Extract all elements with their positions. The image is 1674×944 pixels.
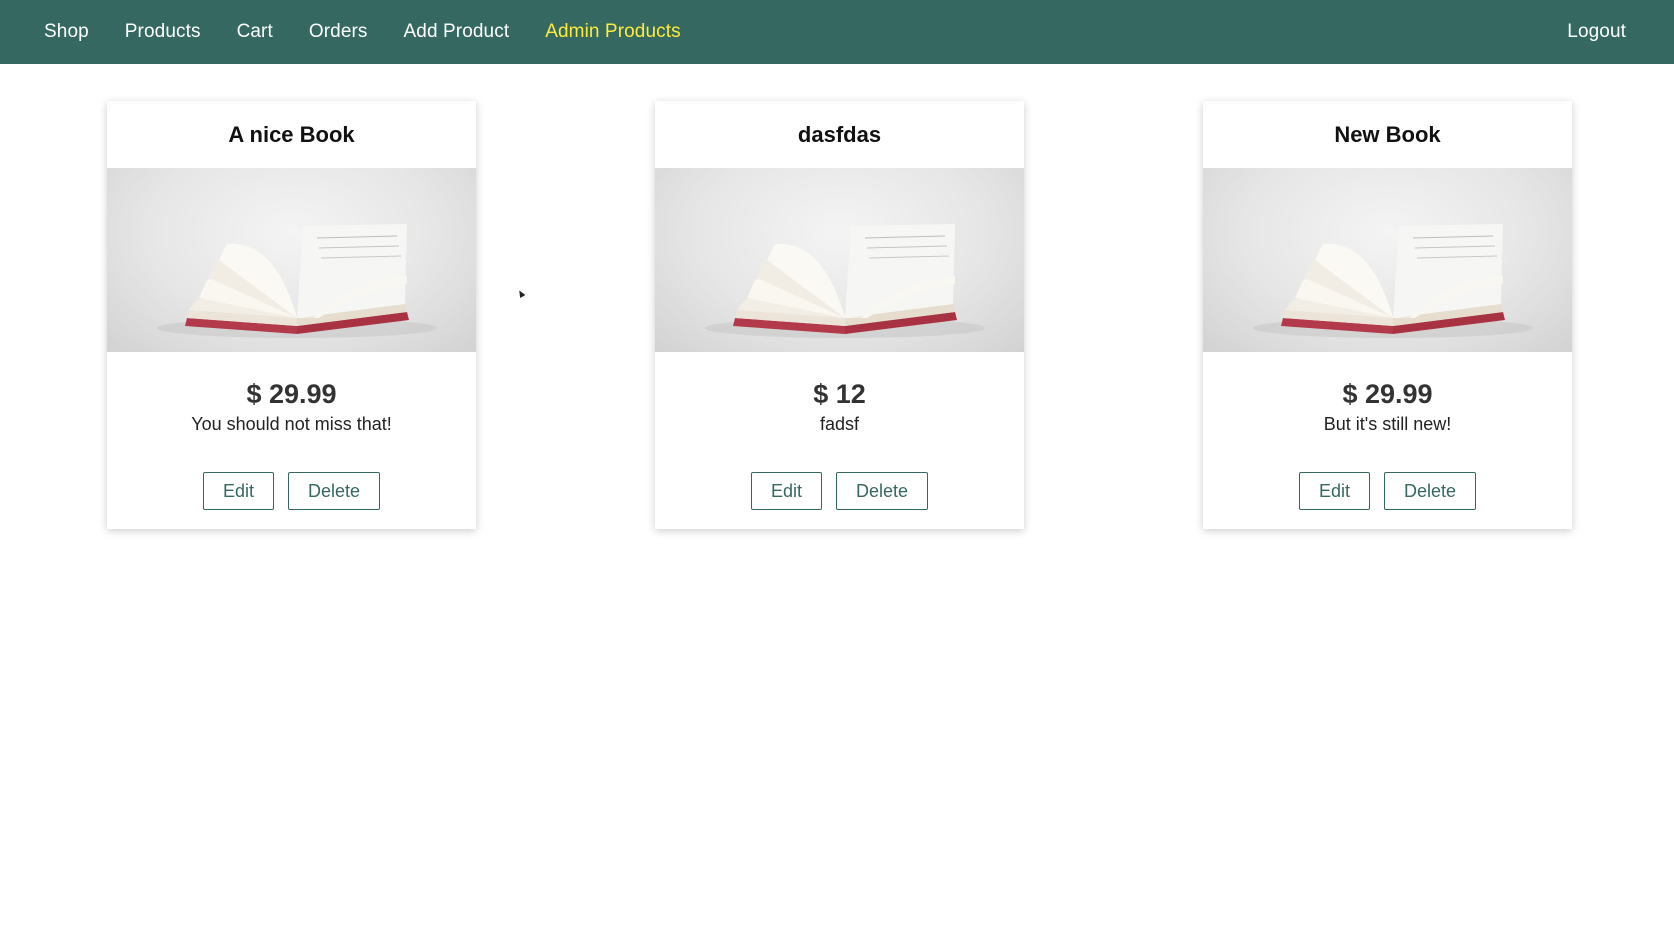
- product-title: A nice Book: [228, 121, 355, 147]
- product-title: New Book: [1334, 121, 1441, 147]
- nav-link-admin-products[interactable]: Admin Products: [545, 21, 681, 42]
- nav-list: Shop Products Cart Orders Add Product Ad…: [44, 0, 717, 64]
- delete-button[interactable]: Delete: [836, 472, 929, 510]
- nav-link-add-product[interactable]: Add Product: [404, 21, 510, 42]
- edit-button[interactable]: Edit: [750, 472, 822, 510]
- nav-item-orders: Orders: [309, 21, 368, 43]
- delete-button[interactable]: Delete: [288, 472, 381, 510]
- product-card: dasfdas $ 12 fadsf Edit Delete: [655, 101, 1024, 529]
- product-grid: A nice Book $ 29.99 You should not miss …: [107, 101, 1572, 529]
- main-header: Shop Products Cart Orders Add Product Ad…: [0, 0, 1674, 64]
- product-title: dasfdas: [797, 121, 882, 147]
- product-card-header: A nice Book: [107, 101, 476, 168]
- product-price: $ 29.99: [1342, 379, 1433, 409]
- edit-button[interactable]: Edit: [202, 472, 274, 510]
- product-card: A nice Book $ 29.99 You should not miss …: [107, 101, 476, 529]
- product-card-content: $ 29.99 You should not miss that!: [107, 352, 476, 436]
- open-book-image: [1203, 168, 1572, 352]
- open-book-image: [107, 168, 476, 352]
- nav-item-add-product: Add Product: [404, 21, 510, 43]
- nav-link-products[interactable]: Products: [125, 21, 201, 42]
- product-description: You should not miss that!: [191, 414, 392, 434]
- product-price: $ 29.99: [246, 379, 337, 409]
- nav-link-shop[interactable]: Shop: [44, 21, 89, 42]
- nav-item-products: Products: [125, 21, 201, 43]
- product-card-actions: Edit Delete: [750, 472, 929, 510]
- open-book-image: [655, 168, 1024, 352]
- nav-item-shop: Shop: [44, 21, 89, 43]
- product-price: $ 12: [813, 379, 866, 409]
- product-description: fadsf: [819, 414, 860, 434]
- product-card-header: dasfdas: [655, 101, 1024, 168]
- nav-link-orders[interactable]: Orders: [309, 21, 368, 42]
- product-card-content: $ 12 fadsf: [655, 352, 1024, 436]
- logout-button[interactable]: Logout: [1567, 21, 1626, 43]
- logout-container: Logout: [1567, 21, 1626, 43]
- main-nav: Shop Products Cart Orders Add Product Ad…: [44, 0, 1626, 64]
- delete-button[interactable]: Delete: [1384, 472, 1477, 510]
- product-card-content: $ 29.99 But it's still new!: [1203, 352, 1572, 436]
- nav-link-cart[interactable]: Cart: [237, 21, 273, 42]
- product-card-header: New Book: [1203, 101, 1572, 168]
- nav-item-cart: Cart: [237, 21, 273, 43]
- nav-item-admin-products: Admin Products: [545, 21, 681, 43]
- product-card-actions: Edit Delete: [1298, 472, 1477, 510]
- product-description: But it's still new!: [1323, 414, 1452, 434]
- product-card: New Book $ 29.99 But it's still new! Edi…: [1203, 101, 1572, 529]
- edit-button[interactable]: Edit: [1298, 472, 1370, 510]
- product-card-actions: Edit Delete: [202, 472, 381, 510]
